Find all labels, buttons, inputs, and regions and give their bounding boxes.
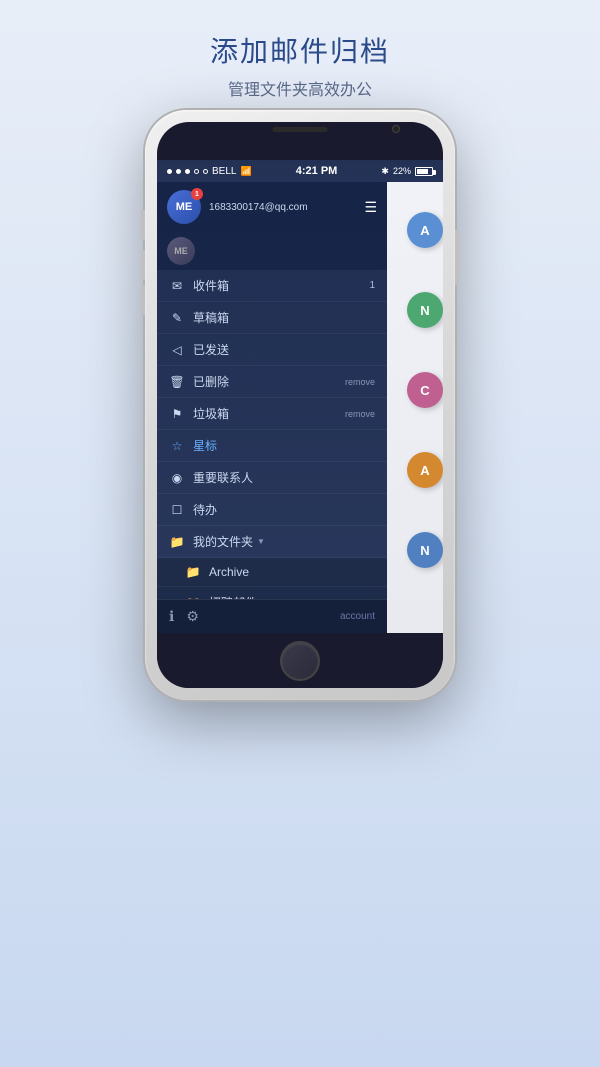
circle-btn-2[interactable]: C [407,372,443,408]
menu-item-3[interactable]: 🗑 已删除 remove [157,366,387,398]
menu-items-list: ✉ 收件箱 1 ✎ 草稿箱 ◁ 已发送 🗑 已删除 remove ⚑ 垃圾箱 remove ☆ 星标 ◉ 重要联… [157,270,387,599]
phone-screen: BELL 📶 4:21 PM ✱ 22% ME [157,122,443,688]
signal-dot-1 [167,169,172,174]
menu-label-6: 重要联系人 [193,469,253,486]
menu-label-4: 垃圾箱 [193,405,229,422]
wifi-icon: 📶 [240,166,251,177]
menu-item-8[interactable]: 📁 我的文件夹 ▼ [157,526,387,558]
menu-icon-4: ⚑ [169,407,185,421]
menu-item-10[interactable]: 📁 招聘邮件 [157,587,387,599]
screen: BELL 📶 4:21 PM ✱ 22% ME [157,160,443,633]
earpiece [273,127,328,132]
signal-dot-5 [203,169,208,174]
menu-item-7[interactable]: ☐ 待办 [157,494,387,526]
menu-icon-9: 📁 [185,565,201,579]
avatar-secondary[interactable]: ME [167,237,195,265]
dropdown-arrow-8: ▼ [257,537,265,546]
menu-label-8: 我的文件夹 [193,533,253,550]
sidebar-avatar2-row: ME [157,232,387,270]
menu-label-7: 待办 [193,501,217,518]
menu-icon-7: ☐ [169,503,185,517]
menu-item-0[interactable]: ✉ 收件箱 1 [157,270,387,302]
signal-dot-4 [194,169,199,174]
email-address: 1683300174@qq.com [209,202,308,213]
battery-icon [415,167,433,176]
page-title: 添加邮件归档 [20,30,580,70]
menu-label-10: 招聘邮件 [209,594,257,599]
carrier-label: BELL [212,166,236,177]
menu-icon-0: ✉ [169,279,185,293]
remove-label-4[interactable]: remove [345,409,375,419]
menu-icon-10: 📁 [185,596,201,600]
camera [392,125,400,133]
menu-icon-3: 🗑 [169,375,185,389]
menu-icon-1: ✎ [169,311,185,325]
status-time: 4:21 PM [296,165,338,177]
signal-dot-2 [176,169,181,174]
page-header: 添加邮件归档 管理文件夹高效办公 [0,0,600,110]
menu-label-5: 星标 [193,437,217,454]
sidebar: ME 1 1683300174@qq.com ☰ ME ✉ 收件箱 1 ✎ 草稿箱 ◁ 已发… [157,182,387,633]
menu-item-2[interactable]: ◁ 已发送 [157,334,387,366]
home-button[interactable] [280,641,320,681]
bottom-bar [157,633,443,688]
sidebar-header: ME 1 1683300174@qq.com ☰ [157,182,387,232]
menu-label-1: 草稿箱 [193,309,229,326]
menu-item-1[interactable]: ✎ 草稿箱 [157,302,387,334]
status-right: ✱ 22% [381,166,433,177]
menu-icon-8: 📁 [169,535,185,549]
bluetooth-icon: ✱ [381,166,389,177]
menu-icon-6: ◉ [169,471,185,485]
battery-fill [417,169,428,174]
menu-icon-5: ☆ [169,439,185,453]
settings-icon[interactable]: ⚙ [186,608,199,625]
info-icon[interactable]: ℹ [169,608,174,625]
remove-label-3[interactable]: remove [345,377,375,387]
status-left: BELL 📶 [167,166,252,177]
battery-percent: 22% [393,166,411,176]
circle-btn-1[interactable]: N [407,292,443,328]
menu-label-2: 已发送 [193,341,229,358]
avatar-primary[interactable]: ME 1 [167,190,201,224]
menu-icon-2: ◁ [169,343,185,357]
sidebar-bottom: ℹ ⚙ account [157,599,387,633]
notification-badge: 1 [191,188,203,200]
menu-item-4[interactable]: ⚑ 垃圾箱 remove [157,398,387,430]
account-label: account [340,611,375,622]
menu-item-9[interactable]: 📁 Archive [157,558,387,587]
signal-dot-3 [185,169,190,174]
menu-label-0: 收件箱 [193,277,229,294]
circle-btn-0[interactable]: A [407,212,443,248]
menu-item-5[interactable]: ☆ 星标 [157,430,387,462]
page-subtitle: 管理文件夹高效办公 [20,76,580,100]
circle-btn-3[interactable]: A [407,452,443,488]
menu-item-6[interactable]: ◉ 重要联系人 [157,462,387,494]
circle-btn-4[interactable]: N [407,532,443,568]
menu-label-9: Archive [209,565,249,579]
phone-shell: BELL 📶 4:21 PM ✱ 22% ME [145,110,455,700]
status-bar: BELL 📶 4:21 PM ✱ 22% [157,160,443,182]
menu-badge-0: 1 [369,280,375,291]
hamburger-icon[interactable]: ☰ [364,199,377,216]
menu-label-3: 已删除 [193,373,229,390]
right-content: A N C A N [387,182,443,633]
